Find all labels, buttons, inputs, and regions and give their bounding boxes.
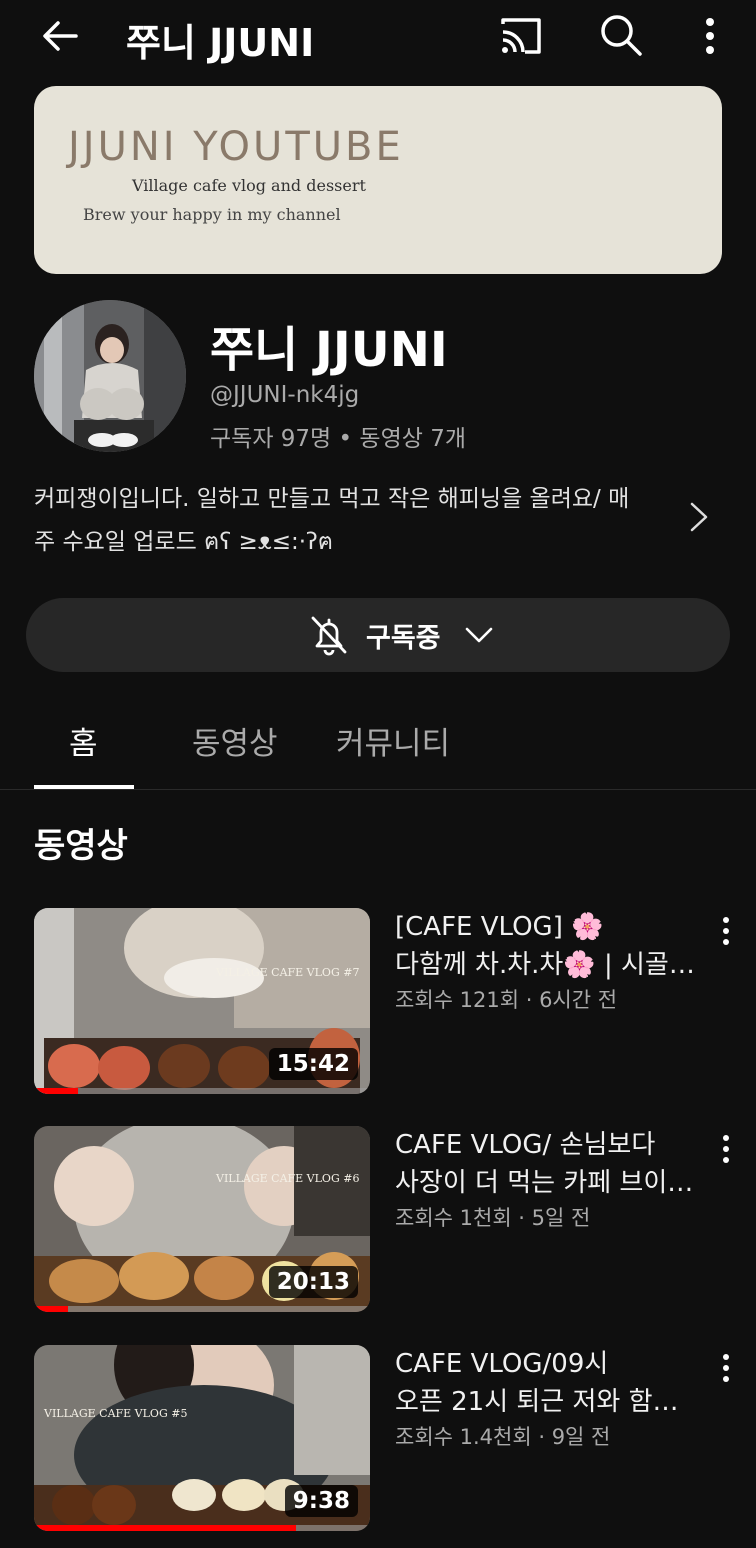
video-duration: 15:42 — [268, 1048, 358, 1080]
avatar-image — [34, 300, 186, 452]
tab-videos[interactable]: 동영상 — [192, 718, 278, 763]
video-thumbnail[interactable]: VILLAGE CAFE VLOG #6 20:13 — [34, 1126, 370, 1312]
tab-community[interactable]: 커뮤니티 — [336, 718, 450, 763]
video-item[interactable]: VILLAGE CAFE VLOG #6 20:13 CAFE VLOG/ 손님… — [0, 1126, 756, 1316]
more-vertical-icon[interactable] — [714, 912, 738, 952]
video-thumbnail[interactable]: VILLAGE CAFE VLOG #5 9:38 — [34, 1345, 370, 1531]
video-title-line-2: 사장이 더 먹는 카페 브이… — [395, 1168, 694, 1198]
cast-icon[interactable] — [497, 14, 545, 58]
channel-handle: @JJUNI-nk4jg — [210, 382, 360, 408]
section-title: 동영상 — [34, 826, 128, 866]
thumbnail-caption: VILLAGE CAFE VLOG #7 — [216, 966, 360, 979]
arrow-left-icon[interactable] — [38, 14, 82, 58]
video-title[interactable]: [CAFE VLOG] 🌸 다함께 차.차.차🌸 | 시골… — [395, 908, 707, 984]
tab-home[interactable]: 홈 — [69, 718, 98, 763]
search-icon[interactable] — [598, 12, 644, 58]
video-title-line-1: CAFE VLOG/09시 — [395, 1349, 609, 1379]
page-title: 쭈니 JJUNI — [126, 21, 315, 65]
watch-progress-bar — [34, 1525, 297, 1531]
watch-progress-bar — [34, 1088, 78, 1094]
video-duration: 9:38 — [284, 1485, 358, 1517]
video-title-line-1: CAFE VLOG/ 손님보다 — [395, 1130, 656, 1160]
thumbnail-caption: VILLAGE CAFE VLOG #5 — [44, 1407, 188, 1420]
top-app-bar: 쭈니 JJUNI — [0, 0, 756, 74]
video-title-line-2: 오픈 21시 퇴근 저와 함… — [395, 1387, 679, 1417]
video-duration: 20:13 — [268, 1266, 358, 1298]
watch-progress-track — [34, 1306, 370, 1312]
description-line-2: 주 수요일 업로드 ฅʕ ≥ᴥ≤:·ʔฅ — [34, 529, 334, 555]
video-title[interactable]: CAFE VLOG/09시 오픈 21시 퇴근 저와 함… — [395, 1345, 707, 1421]
channel-tabs: 홈 동영상 커뮤니티 — [0, 700, 756, 790]
watch-progress-bar — [34, 1306, 68, 1312]
thumbnail-caption: VILLAGE CAFE VLOG #6 — [216, 1172, 360, 1185]
video-meta: 조회수 1천회 · 5일 전 — [395, 1206, 591, 1230]
video-item[interactable]: VILLAGE CAFE VLOG #5 9:38 CAFE VLOG/09시 … — [0, 1345, 756, 1535]
watch-progress-track — [34, 1088, 370, 1094]
more-vertical-icon[interactable] — [692, 14, 728, 58]
description-line-1: 커피쟁이입니다. 일하고 만들고 먹고 작은 해피닝을 올려요/ 매 — [34, 486, 630, 512]
chevron-down-icon — [465, 627, 493, 643]
banner-tagline: Brew your happy in my channel — [83, 205, 341, 224]
video-title[interactable]: CAFE VLOG/ 손님보다 사장이 더 먹는 카페 브이… — [395, 1126, 707, 1202]
active-tab-indicator — [34, 785, 134, 789]
video-item[interactable]: VILLAGE CAFE VLOG #7 15:42 [CAFE VLOG] 🌸… — [0, 908, 756, 1098]
bell-off-icon — [311, 616, 347, 656]
subscribed-button[interactable]: 구독중 — [26, 598, 730, 672]
banner-title: JJUNI YOUTUBE — [68, 124, 404, 170]
chevron-right-icon[interactable] — [682, 498, 714, 536]
banner-subtitle: Village cafe vlog and dessert — [132, 176, 366, 195]
more-vertical-icon[interactable] — [714, 1130, 738, 1170]
video-meta: 조회수 121회 · 6시간 전 — [395, 988, 618, 1012]
channel-description[interactable]: 커피쟁이입니다. 일하고 만들고 먹고 작은 해피닝을 올려요/ 매 주 수요일… — [34, 478, 654, 564]
avatar[interactable] — [34, 300, 186, 452]
subscribed-label: 구독중 — [366, 623, 441, 654]
channel-banner: JJUNI YOUTUBE Village cafe vlog and dess… — [34, 86, 722, 274]
more-vertical-icon[interactable] — [714, 1349, 738, 1389]
video-title-line-1: [CAFE VLOG] 🌸 — [395, 912, 604, 942]
video-title-line-2: 다함께 차.차.차🌸 | 시골… — [395, 950, 695, 980]
video-meta: 조회수 1.4천회 · 9일 전 — [395, 1425, 611, 1449]
channel-stats: 구독자 97명 • 동영상 7개 — [210, 426, 466, 452]
channel-name: 쭈니 JJUNI — [210, 322, 448, 378]
video-thumbnail[interactable]: VILLAGE CAFE VLOG #7 15:42 — [34, 908, 370, 1094]
